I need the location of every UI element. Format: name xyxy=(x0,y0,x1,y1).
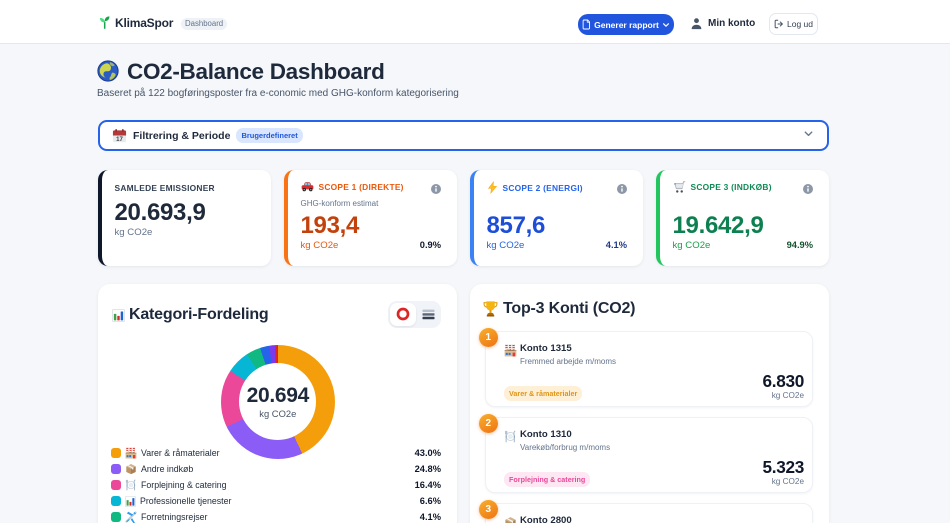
svg-text:17: 17 xyxy=(116,136,123,143)
